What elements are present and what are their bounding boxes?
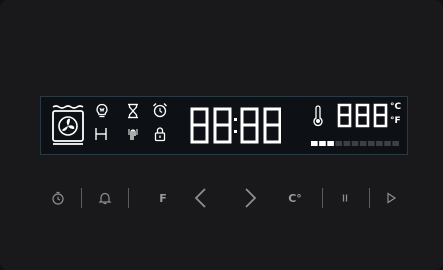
oven-fan-icon [52, 105, 84, 145]
light-bulb-icon [96, 103, 108, 118]
play-button[interactable] [379, 186, 403, 210]
heat-level-bar [311, 141, 399, 146]
function-label: F [159, 191, 167, 205]
play-icon [387, 192, 397, 204]
separator [369, 188, 370, 208]
thermometer-icon [313, 105, 323, 127]
unit-fahrenheit: °F [390, 116, 401, 126]
temperature-label: C° [288, 191, 302, 205]
timer-button[interactable] [46, 186, 70, 210]
heat-level-segment [335, 141, 343, 146]
hourglass-icon [128, 103, 138, 119]
heat-level-segment [319, 141, 326, 146]
unit-celsius: °C [390, 102, 402, 112]
oven-control-panel: °C °F F C° [0, 0, 443, 270]
heat-level-segment [359, 141, 367, 146]
heat-level-segment [367, 141, 375, 146]
separator [81, 188, 82, 208]
lcd-display: °C °F [40, 96, 408, 155]
pause-icon [342, 194, 348, 202]
prev-button[interactable] [189, 186, 213, 210]
separator [128, 188, 129, 208]
temperature-button[interactable]: C° [283, 186, 307, 210]
heat-level-segment [392, 141, 399, 146]
heat-level-segment [327, 141, 334, 146]
timer-icon [52, 191, 64, 205]
heat-level-segment [351, 141, 359, 146]
temperature-digits [337, 103, 388, 128]
separator [322, 188, 323, 208]
heat-level-segment [376, 141, 383, 146]
lock-icon [154, 127, 166, 142]
probe-icon [128, 129, 138, 140]
alarm-clock-icon [153, 103, 167, 118]
bell-button[interactable] [93, 186, 117, 210]
rack-icon [95, 128, 107, 140]
next-button[interactable] [238, 186, 262, 210]
heat-level-segment [311, 141, 318, 146]
heat-level-segment [343, 141, 351, 146]
pause-button[interactable] [333, 186, 357, 210]
heat-level-segment [384, 141, 391, 146]
chevron-right-icon [245, 188, 257, 208]
bell-icon [98, 192, 112, 205]
chevron-left-icon [194, 188, 206, 208]
clock-digits [190, 107, 281, 144]
function-button[interactable]: F [151, 186, 175, 210]
